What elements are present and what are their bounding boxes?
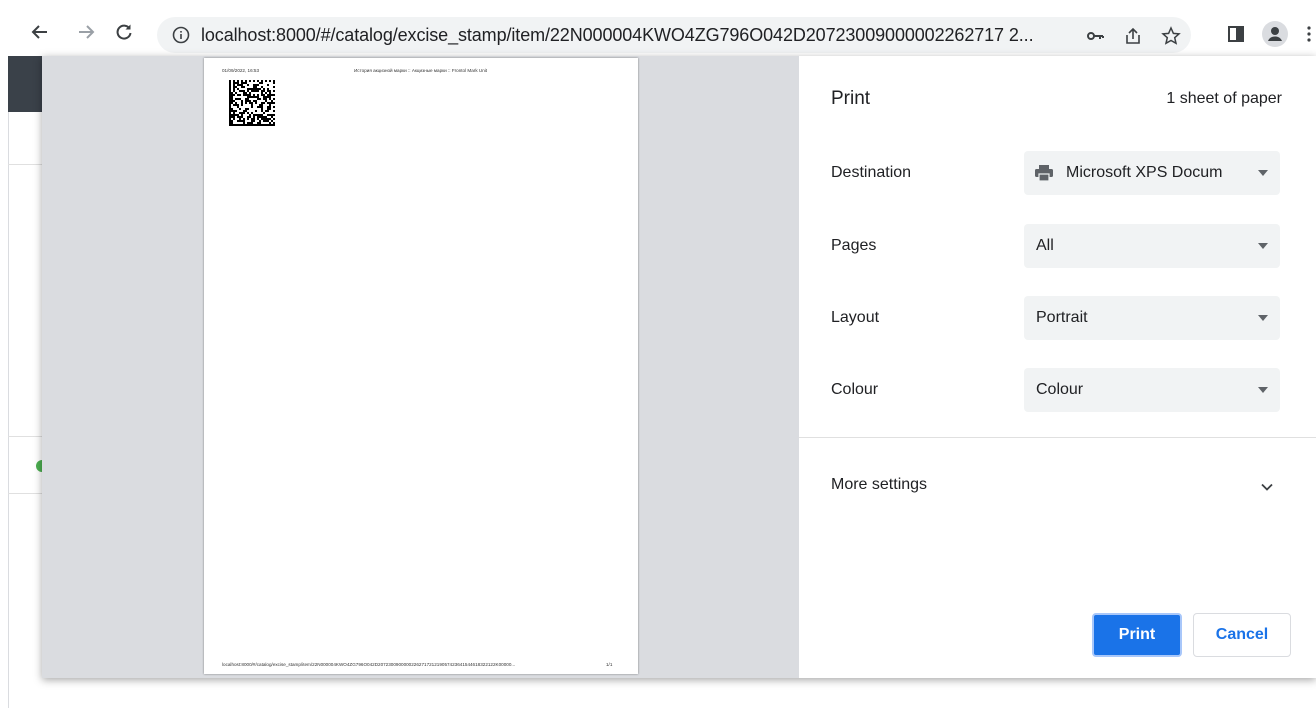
pages-label: Pages <box>831 237 877 254</box>
destination-select[interactable]: Microsoft XPS Docum <box>1024 151 1280 195</box>
page-edge <box>8 56 9 708</box>
destination-label: Destination <box>831 164 912 181</box>
reload-icon[interactable] <box>110 18 138 46</box>
share-icon[interactable] <box>1123 26 1143 46</box>
colour-value: Colour <box>1036 381 1084 398</box>
chevron-down-icon <box>1258 315 1268 321</box>
preview-footer-url: localhost:8000/#/catalog/excise_stamp/it… <box>222 662 516 667</box>
layout-value: Portrait <box>1036 309 1088 326</box>
forward-arrow-icon[interactable] <box>72 18 100 46</box>
preview-page: 01/09/2022, 16:53 История акцизной марки… <box>204 58 638 674</box>
datamatrix-code <box>229 80 275 126</box>
chevron-down-icon <box>1258 243 1268 249</box>
settings-divider <box>799 437 1316 438</box>
address-bar[interactable]: localhost:8000/#/catalog/excise_stamp/it… <box>157 17 1191 53</box>
colour-label: Colour <box>831 381 879 398</box>
print-title: Print <box>831 88 871 109</box>
more-settings-toggle[interactable]: More settings <box>831 476 927 494</box>
chevron-down-icon <box>1258 170 1268 176</box>
key-icon[interactable] <box>1085 26 1105 46</box>
pages-select[interactable]: All <box>1024 224 1280 268</box>
cancel-button[interactable]: Cancel <box>1193 613 1291 657</box>
layout-label: Layout <box>831 309 880 326</box>
preview-header-title: История акцизной марки :: Акцизные марки… <box>354 68 488 73</box>
chevron-down-icon[interactable] <box>1260 480 1274 494</box>
menu-icon[interactable] <box>1304 24 1314 44</box>
profile-icon[interactable] <box>1262 21 1288 47</box>
star-icon[interactable] <box>1161 26 1181 46</box>
info-icon[interactable] <box>171 25 191 45</box>
print-preview: 01/09/2022, 16:53 История акцизной марки… <box>42 56 799 678</box>
print-dialog: 01/09/2022, 16:53 История акцизной марки… <box>42 56 1316 678</box>
sheet-count: 1 sheet of paper <box>1166 90 1282 107</box>
browser-toolbar: localhost:8000/#/catalog/excise_stamp/it… <box>0 0 1316 56</box>
print-settings-panel: Print 1 sheet of paper Destination Micro… <box>799 56 1316 678</box>
back-arrow-icon[interactable] <box>26 18 54 46</box>
colour-select[interactable]: Colour <box>1024 368 1280 412</box>
layout-select[interactable]: Portrait <box>1024 296 1280 340</box>
url-text[interactable]: localhost:8000/#/catalog/excise_stamp/it… <box>201 25 1034 46</box>
printer-icon <box>1035 165 1053 182</box>
chevron-down-icon <box>1258 387 1268 393</box>
side-panel-icon[interactable] <box>1226 24 1246 44</box>
preview-header-date: 01/09/2022, 16:53 <box>222 68 260 73</box>
pages-value: All <box>1036 237 1054 254</box>
destination-value: Microsoft XPS Docum <box>1066 164 1223 181</box>
preview-footer-page: 1/1 <box>606 662 613 667</box>
print-button[interactable]: Print <box>1092 613 1182 657</box>
